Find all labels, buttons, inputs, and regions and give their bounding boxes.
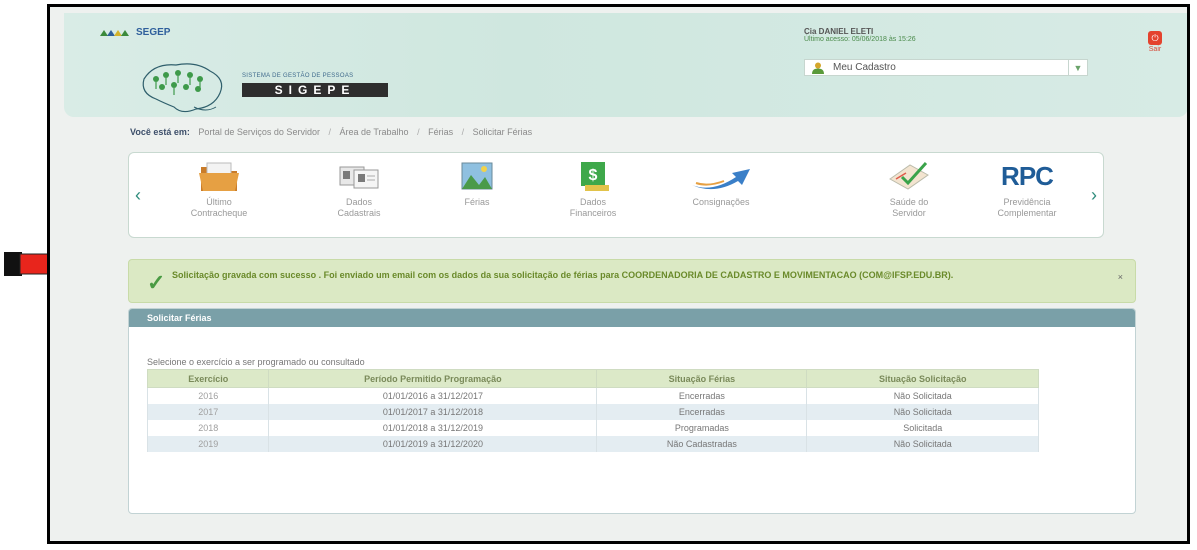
rpc-logo-icon: RPC bbox=[1001, 160, 1054, 191]
sair-button[interactable]: ⏻ Sair bbox=[1145, 31, 1165, 53]
period-cell: 01/01/2016 a 31/12/2017 bbox=[268, 387, 598, 404]
meu-cadastro-dropdown[interactable]: Meu Cadastro ▼ bbox=[804, 59, 1088, 76]
table-row[interactable]: 2017 01/01/2017 a 31/12/2018 Encerradas … bbox=[146, 404, 1039, 420]
money-icon: $ bbox=[581, 162, 609, 191]
breadcrumb-item-ferias[interactable]: Férias bbox=[428, 127, 453, 137]
exercicio-cell[interactable]: 2018 bbox=[146, 420, 270, 436]
logo-subtitle: SISTEMA DE GESTÃO DE PESSOAS bbox=[242, 73, 354, 79]
carousel-label: Saúde do Servidor bbox=[889, 197, 929, 218]
situacao-ferias-cell: Encerradas bbox=[596, 404, 808, 420]
brazil-map-logo-icon bbox=[142, 63, 223, 113]
power-icon: ⏻ bbox=[1148, 31, 1162, 45]
carousel-item-ferias[interactable]: Férias bbox=[417, 159, 537, 208]
table-row[interactable]: 2016 01/01/2016 a 31/12/2017 Encerradas … bbox=[146, 387, 1039, 404]
table-row[interactable]: 2019 01/01/2019 a 31/12/2020 Não Cadastr… bbox=[146, 436, 1039, 452]
carousel-label: Último Contracheque bbox=[190, 197, 248, 218]
exercicio-cell[interactable]: 2016 bbox=[146, 387, 270, 404]
health-check-icon bbox=[889, 161, 929, 190]
carousel-item-consignacoes[interactable]: Consignações bbox=[661, 159, 781, 208]
sair-label: Sair bbox=[1148, 46, 1162, 53]
period-cell: 01/01/2017 a 31/12/2018 bbox=[268, 404, 598, 420]
last-access: Último acesso: 05/06/2018 às 15:26 bbox=[804, 36, 916, 43]
breadcrumb-item-area-trabalho[interactable]: Área de Trabalho bbox=[340, 127, 409, 137]
carousel-item-saude-servidor[interactable]: Saúde do Servidor bbox=[849, 159, 969, 219]
situacao-solicitacao-cell: Solicitada bbox=[806, 420, 1039, 436]
period-cell: 01/01/2018 a 31/12/2019 bbox=[268, 420, 598, 436]
svg-text:$: $ bbox=[589, 167, 598, 184]
breadcrumb-separator: / bbox=[328, 127, 331, 137]
carousel-item-dados-financeiros[interactable]: $ Dados Financeiros bbox=[533, 159, 653, 219]
column-header: Situação Solicitação bbox=[806, 369, 1039, 388]
situacao-ferias-cell: Não Cadastradas bbox=[596, 436, 808, 452]
services-carousel: ‹ Último Contracheque Dados Cadastrais F… bbox=[128, 152, 1104, 238]
carousel-item-dados-cadastrais[interactable]: Dados Cadastrais bbox=[299, 159, 419, 219]
carousel-label: Férias bbox=[464, 197, 490, 207]
carousel-label: Consignações bbox=[692, 197, 750, 207]
table-row[interactable]: 2018 01/01/2018 a 31/12/2019 Programadas… bbox=[146, 420, 1039, 436]
user-name: Cia DANIEL ELETI bbox=[804, 27, 874, 36]
carousel-next-icon[interactable]: › bbox=[1091, 185, 1097, 206]
column-header: Exercício bbox=[146, 369, 270, 388]
chevron-down-icon[interactable]: ▼ bbox=[1068, 60, 1087, 75]
swoosh-icon bbox=[692, 169, 750, 190]
landscape-icon bbox=[461, 162, 493, 190]
carousel-item-previdencia[interactable]: RPC Previdência Complementar bbox=[967, 159, 1087, 219]
success-message: Solicitação gravada com sucesso . Foi en… bbox=[172, 270, 954, 280]
segep-brand: SEGEP bbox=[100, 27, 170, 38]
carousel-label: Dados Cadastrais bbox=[337, 197, 381, 218]
page-header: SEGEP SISTEMA DE GESTÃO DE PESSOAS SIGEP… bbox=[64, 13, 1187, 117]
column-header: Situação Férias bbox=[596, 369, 808, 388]
breadcrumb-separator: / bbox=[417, 127, 420, 137]
carousel-label: Previdência Complementar bbox=[997, 197, 1057, 218]
situacao-ferias-cell: Encerradas bbox=[596, 387, 808, 404]
solicitar-ferias-panel: Solicitar Férias Selecione o exercício a… bbox=[128, 308, 1136, 514]
close-icon[interactable]: × bbox=[1118, 272, 1123, 282]
checkmark-icon: ✓ bbox=[147, 270, 166, 295]
browser-frame: SEGEP SISTEMA DE GESTÃO DE PESSOAS SIGEP… bbox=[47, 4, 1190, 544]
segep-logo-icon bbox=[100, 29, 129, 36]
id-cards-icon bbox=[339, 166, 379, 189]
sigepe-logo: SIGEPE bbox=[242, 83, 388, 97]
panel-subtitle: Selecione o exercício a ser programado o… bbox=[147, 357, 365, 367]
breadcrumb-item-portal[interactable]: Portal de Serviços do Servidor bbox=[198, 127, 320, 137]
situacao-solicitacao-cell: Não Solicitada bbox=[806, 436, 1039, 452]
column-header: Período Permitido Programação bbox=[268, 369, 598, 388]
situacao-solicitacao-cell: Não Solicitada bbox=[806, 387, 1039, 404]
breadcrumb-prefix: Você está em: bbox=[130, 127, 190, 137]
breadcrumb: Você está em: Portal de Serviços do Serv… bbox=[130, 127, 532, 137]
brand-text: SEGEP bbox=[136, 27, 171, 38]
breadcrumb-item-solicitar-ferias: Solicitar Férias bbox=[472, 127, 533, 137]
table-header-row: Exercício Período Permitido Programação … bbox=[146, 369, 1039, 388]
situacao-solicitacao-cell: Não Solicitada bbox=[806, 404, 1039, 420]
folder-icon bbox=[199, 162, 239, 191]
carousel-prev-icon[interactable]: ‹ bbox=[135, 185, 141, 206]
period-cell: 01/01/2019 a 31/12/2020 bbox=[268, 436, 598, 452]
exercicios-table: Exercício Período Permitido Programação … bbox=[146, 369, 1039, 452]
breadcrumb-separator: / bbox=[461, 127, 465, 137]
situacao-ferias-cell: Programadas bbox=[596, 420, 808, 436]
meu-cadastro-label: Meu Cadastro bbox=[833, 62, 896, 73]
person-icon bbox=[812, 62, 824, 74]
exercicio-cell[interactable]: 2017 bbox=[146, 404, 270, 420]
exercicio-cell[interactable]: 2019 bbox=[146, 436, 270, 452]
carousel-label: Dados Financeiros bbox=[569, 197, 617, 218]
carousel-item-contracheque[interactable]: Último Contracheque bbox=[159, 159, 279, 219]
panel-title: Solicitar Férias bbox=[129, 309, 1135, 327]
success-alert: ✓ Solicitação gravada com sucesso . Foi … bbox=[128, 259, 1136, 303]
